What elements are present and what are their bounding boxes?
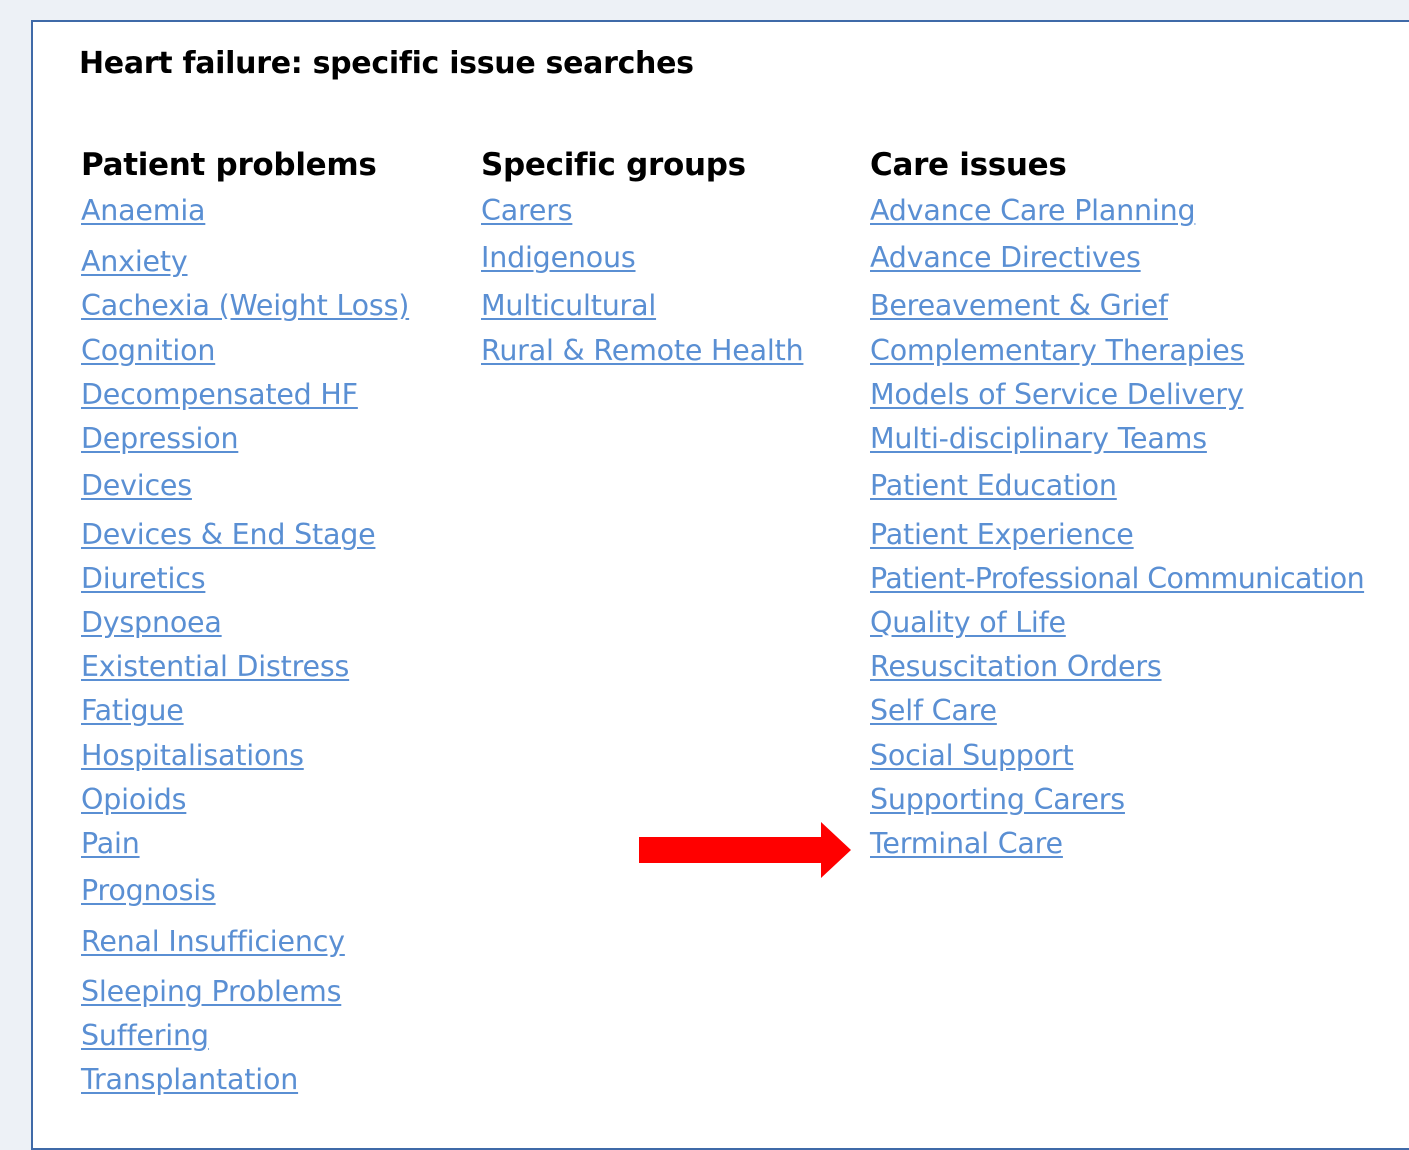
link-anaemia[interactable]: Anaemia <box>81 193 206 229</box>
link-bereavement-grief[interactable]: Bereavement & Grief <box>870 288 1168 324</box>
link-cognition[interactable]: Cognition <box>81 333 215 369</box>
right-arrow-icon <box>639 822 851 878</box>
link-patient-education[interactable]: Patient Education <box>870 468 1117 504</box>
link-sleeping-problems[interactable]: Sleeping Problems <box>81 974 341 1010</box>
link-advance-care-planning[interactable]: Advance Care Planning <box>870 193 1196 229</box>
link-multicultural[interactable]: Multicultural <box>481 288 656 324</box>
link-prognosis[interactable]: Prognosis <box>81 873 216 909</box>
patient-problems-heading: Patient problems <box>81 147 377 183</box>
link-models-of-service-delivery[interactable]: Models of Service Delivery <box>870 377 1244 413</box>
link-patient-professional-communication[interactable]: Patient-Professional Communication <box>870 561 1365 597</box>
link-advance-directives[interactable]: Advance Directives <box>870 240 1141 276</box>
link-existential-distress[interactable]: Existential Distress <box>81 649 349 685</box>
link-quality-of-life[interactable]: Quality of Life <box>870 605 1066 641</box>
link-diuretics[interactable]: Diuretics <box>81 561 206 597</box>
link-self-care[interactable]: Self Care <box>870 693 997 729</box>
page-title: Heart failure: specific issue searches <box>79 46 694 81</box>
link-indigenous[interactable]: Indigenous <box>481 240 636 276</box>
link-pain[interactable]: Pain <box>81 826 140 862</box>
link-multi-disciplinary-teams[interactable]: Multi-disciplinary Teams <box>870 421 1207 457</box>
link-rural-remote-health[interactable]: Rural & Remote Health <box>481 333 804 369</box>
link-resuscitation-orders[interactable]: Resuscitation Orders <box>870 649 1162 685</box>
link-hospitalisations[interactable]: Hospitalisations <box>81 738 304 774</box>
link-social-support[interactable]: Social Support <box>870 738 1074 774</box>
link-transplantation[interactable]: Transplantation <box>81 1062 298 1098</box>
link-decompensated-hf[interactable]: Decompensated HF <box>81 377 358 413</box>
link-dyspnoea[interactable]: Dyspnoea <box>81 605 222 641</box>
link-fatigue[interactable]: Fatigue <box>81 693 184 729</box>
care-issues-heading: Care issues <box>870 147 1067 183</box>
link-patient-experience[interactable]: Patient Experience <box>870 517 1134 553</box>
link-terminal-care[interactable]: Terminal Care <box>870 826 1063 862</box>
link-anxiety[interactable]: Anxiety <box>81 244 188 280</box>
link-renal-insufficiency[interactable]: Renal Insufficiency <box>81 924 345 960</box>
link-opioids[interactable]: Opioids <box>81 782 187 818</box>
link-complementary-therapies[interactable]: Complementary Therapies <box>870 333 1244 369</box>
link-suffering[interactable]: Suffering <box>81 1018 209 1054</box>
link-carers[interactable]: Carers <box>481 193 573 229</box>
link-cachexia[interactable]: Cachexia (Weight Loss) <box>81 288 409 324</box>
link-supporting-carers[interactable]: Supporting Carers <box>870 782 1125 818</box>
link-depression[interactable]: Depression <box>81 421 239 457</box>
link-devices[interactable]: Devices <box>81 468 192 504</box>
link-devices-end-stage[interactable]: Devices & End Stage <box>81 517 376 553</box>
specific-groups-heading: Specific groups <box>481 147 746 183</box>
